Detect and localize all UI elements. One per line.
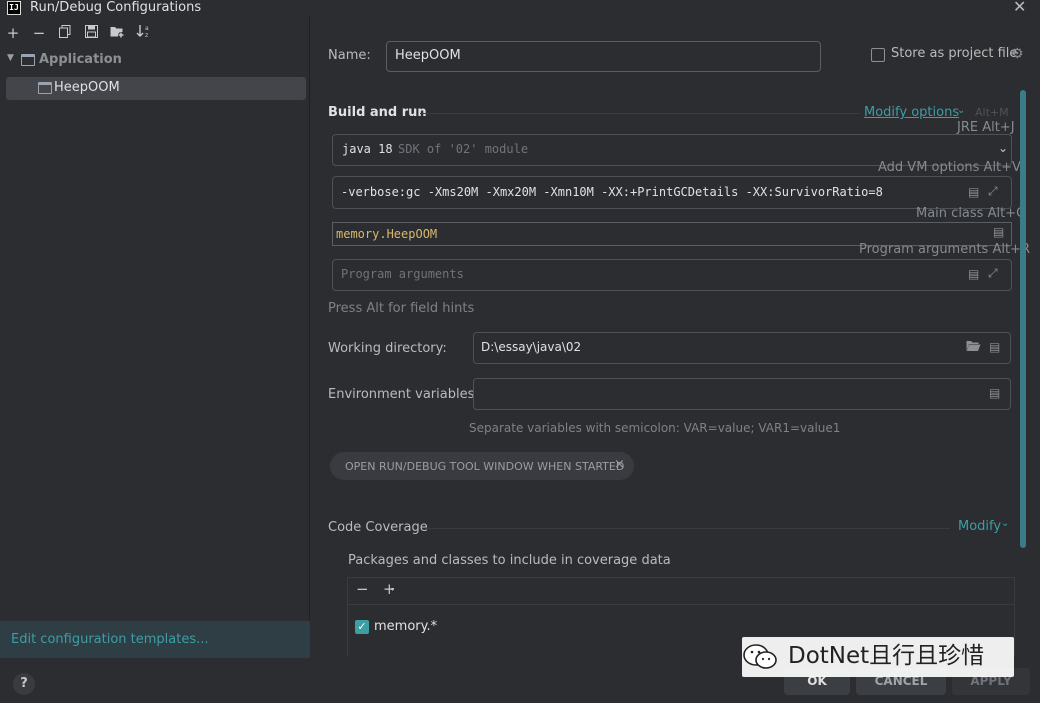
sort-icon[interactable]: az — [134, 23, 152, 43]
chevron-down-icon[interactable]: ⌄ — [957, 105, 965, 116]
section-divider — [420, 113, 860, 114]
tree-group-label: Application — [39, 52, 122, 67]
field-hints-text: Press Alt for field hints — [328, 301, 475, 316]
new-folder-icon[interactable] — [108, 23, 126, 43]
close-icon[interactable]: ✕ — [1013, 0, 1026, 16]
window-title: Run/Debug Configurations — [30, 0, 202, 15]
watermark: DotNet且行且珍惜 — [742, 637, 1015, 677]
coverage-modify-link[interactable]: Modify — [958, 519, 1001, 534]
name-value: HeepOOM — [395, 48, 461, 63]
expand-icon[interactable]: ⤢ — [988, 266, 998, 281]
save-icon[interactable] — [82, 23, 100, 43]
folder-icon[interactable] — [966, 340, 981, 355]
program-args-hint: Program arguments Alt+R — [859, 242, 1030, 257]
document-icon[interactable]: ▤ — [968, 185, 979, 199]
expand-icon[interactable]: ⤢ — [988, 184, 998, 199]
wechat-icon — [742, 642, 782, 672]
document-icon[interactable]: ▤ — [993, 225, 1004, 239]
name-label: Name: — [328, 48, 371, 63]
packages-label: Packages and classes to include in cover… — [348, 553, 671, 568]
remove-icon[interactable]: − — [30, 23, 48, 43]
svg-text:a: a — [145, 25, 149, 32]
chevron-down-icon[interactable]: ⌄ — [1001, 518, 1009, 529]
env-field[interactable] — [473, 378, 1011, 410]
workdir-value: D:\essay\java\02 — [481, 340, 582, 354]
tree-item-label: HeepOOM — [54, 80, 120, 95]
env-hint: Separate variables with semicolon: VAR=v… — [469, 421, 841, 435]
store-as-project-checkbox[interactable] — [871, 48, 885, 62]
coverage-heading: Code Coverage — [328, 520, 428, 535]
divider — [348, 604, 1014, 605]
svg-text:z: z — [145, 32, 148, 38]
jre-sub: SDK of '02' module — [398, 142, 529, 156]
package-checkbox[interactable]: ✓ — [355, 620, 369, 634]
document-icon[interactable]: ▤ — [989, 340, 1000, 354]
application-icon — [38, 82, 52, 94]
chevron-down-icon[interactable]: ⌄ — [998, 141, 1008, 155]
configurations-sidebar — [0, 17, 310, 657]
store-as-project-label[interactable]: Store as project file — [891, 46, 1017, 61]
close-icon[interactable]: × — [614, 457, 625, 472]
gear-icon[interactable]: ⚙ — [1011, 46, 1024, 62]
open-tool-window-label: OPEN RUN/DEBUG TOOL WINDOW WHEN STARTED — [345, 460, 625, 473]
package-entry: memory.* — [374, 619, 438, 634]
main-class-hint: Main class Alt+C — [916, 206, 1026, 221]
intellij-logo-icon: IJ — [7, 1, 21, 15]
remove-icon[interactable]: − — [356, 580, 369, 598]
edit-templates-link[interactable]: Edit configuration templates... — [11, 632, 209, 647]
scrollbar[interactable] — [1020, 90, 1026, 548]
add-icon[interactable]: + — [4, 23, 22, 43]
help-button[interactable]: ? — [13, 673, 35, 695]
document-icon[interactable]: ▤ — [968, 267, 979, 281]
vm-options-hint: Add VM options Alt+V — [878, 160, 1021, 175]
copy-icon[interactable] — [56, 23, 74, 43]
env-label: Environment variables: — [328, 387, 479, 402]
document-icon[interactable]: ▤ — [989, 386, 1000, 400]
modify-options-shortcut: Alt+M — [975, 106, 1009, 119]
chevron-down-icon[interactable]: ▾ — [391, 586, 394, 593]
application-icon — [21, 54, 35, 66]
section-divider — [425, 528, 950, 529]
build-run-heading: Build and run — [328, 105, 427, 120]
jre-hint: JRE Alt+J — [957, 120, 1015, 135]
chevron-down-icon[interactable]: ▼ — [7, 53, 14, 63]
program-args-placeholder: Program arguments — [341, 267, 464, 281]
jre-value: java 18 — [342, 142, 393, 156]
modify-options-link[interactable]: Modify options — [864, 105, 959, 120]
main-class-value: memory.HeepOOM — [336, 227, 438, 241]
vm-options-value: -verbose:gc -Xms20M -Xmx20M -Xmn10M -XX:… — [341, 185, 883, 199]
workdir-label: Working directory: — [328, 341, 447, 356]
